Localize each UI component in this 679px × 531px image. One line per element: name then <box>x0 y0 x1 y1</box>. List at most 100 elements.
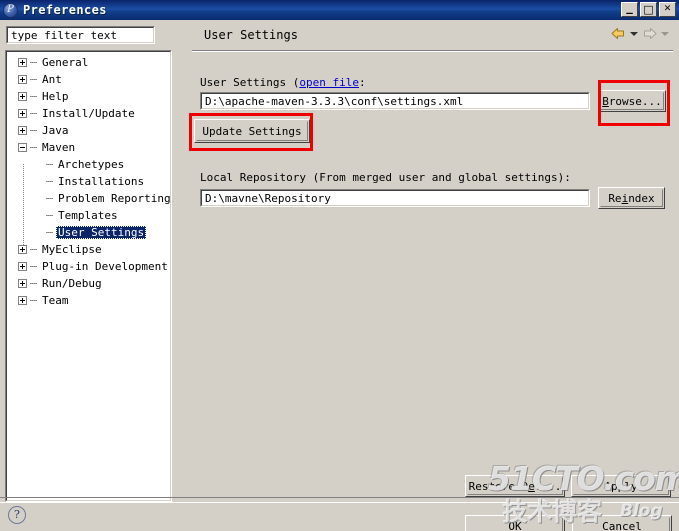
tree-connector-icon <box>29 292 40 309</box>
tree-item-label: Archetypes <box>58 158 125 171</box>
tree-item-label: Maven <box>42 141 76 154</box>
tree-item-label: Team <box>42 294 69 307</box>
ok-button-label: OK <box>508 519 522 531</box>
tree-item-plugin-development[interactable]: Plug-in Development <box>7 258 170 275</box>
browse-button[interactable]: Browse... <box>598 90 666 112</box>
window-title: Preferences <box>23 3 107 17</box>
local-repository-path-input[interactable]: D:\mavne\Repository <box>200 189 590 207</box>
apply-button[interactable]: Apply <box>571 475 671 497</box>
help-question-icon: ? <box>8 506 26 524</box>
expander-plus-icon[interactable] <box>18 75 27 84</box>
window-controls: _ □ ✕ <box>621 0 676 17</box>
preferences-content: User Settings User Settings (open file: … <box>186 20 679 502</box>
minimize-button[interactable]: _ <box>621 0 638 17</box>
tree-item-label: Install/Update <box>42 107 135 120</box>
maximize-button[interactable]: □ <box>640 2 657 17</box>
tree-item-archetypes[interactable]: Archetypes <box>7 156 170 173</box>
tree-item-general[interactable]: General <box>7 54 170 71</box>
filter-placeholder: type filter text <box>11 29 117 42</box>
user-settings-label: User Settings (open file: <box>200 76 366 89</box>
tree-item-label: Help <box>42 90 69 103</box>
preferences-dialog: Preferences _ □ ✕ type filter text Gener… <box>0 0 679 531</box>
preferences-icon <box>3 2 18 18</box>
tree-connector-icon <box>29 241 40 258</box>
tree-connector-icon <box>45 190 56 207</box>
ok-button[interactable]: OK <box>465 515 565 531</box>
tree-item-label: Templates <box>58 209 118 222</box>
expander-plus-icon[interactable] <box>18 245 27 254</box>
tree-item-ant[interactable]: Ant <box>7 71 170 88</box>
tree-item-problem-reporting[interactable]: Problem Reporting <box>7 190 171 207</box>
tree-item-label: User Settings <box>56 226 147 239</box>
maximize-icon: □ <box>643 3 654 16</box>
tree-item-java[interactable]: Java <box>7 122 170 139</box>
tree-item-install-update[interactable]: Install/Update <box>7 105 170 122</box>
tree-connector-icon <box>29 71 40 88</box>
tree-item-help[interactable]: Help <box>7 88 170 105</box>
tree-connector-icon <box>45 173 56 190</box>
back-arrow-icon[interactable] <box>610 26 627 41</box>
preferences-tree[interactable]: General Ant Help Install/Update Java Mav… <box>5 50 172 502</box>
tree-connector-icon <box>29 258 40 275</box>
tree-item-label: Java <box>42 124 69 137</box>
tree-connector-icon <box>29 139 40 156</box>
tree-item-label: Problem Reporting <box>58 192 171 205</box>
tree-item-label: General <box>42 56 89 69</box>
close-icon: ✕ <box>663 4 672 14</box>
page-header: User Settings <box>186 20 679 50</box>
minimize-icon: _ <box>626 0 633 15</box>
tree-connector-icon <box>29 122 40 139</box>
expander-plus-icon[interactable] <box>18 109 27 118</box>
forward-dropdown-chevron-down-icon <box>661 31 669 36</box>
browse-button-label: rowse... <box>608 94 662 108</box>
user-settings-path-value: D:\apache-maven-3.3.3\conf\settings.xml <box>205 95 464 108</box>
open-file-link[interactable]: open file <box>299 76 359 89</box>
tree-connector-icon <box>29 54 40 71</box>
expander-plus-icon[interactable] <box>18 262 27 271</box>
tree-item-user-settings[interactable]: User Settings <box>7 224 170 241</box>
tree-item-templates[interactable]: Templates <box>7 207 170 224</box>
tree-connector-icon <box>29 275 40 292</box>
back-dropdown-chevron-down-icon[interactable] <box>630 31 638 36</box>
apply-button-label: Apply <box>604 479 638 493</box>
reindex-button[interactable]: Reindex <box>598 187 665 209</box>
tree-item-installations[interactable]: Installations <box>7 173 170 190</box>
tree-connector-icon <box>45 156 56 173</box>
tree-item-team[interactable]: Team <box>7 292 170 309</box>
tree-connector-icon <box>45 224 56 241</box>
tree-item-myeclipse[interactable]: MyEclipse <box>7 241 170 258</box>
footer-divider <box>0 497 679 498</box>
navigation-history-controls <box>610 26 669 41</box>
user-settings-label-colon: : <box>358 76 366 89</box>
help-button[interactable]: ? <box>8 506 30 528</box>
title-bar: Preferences _ □ ✕ <box>0 0 679 20</box>
expander-plus-icon[interactable] <box>18 296 27 305</box>
expander-plus-icon[interactable] <box>18 126 27 135</box>
page-title: User Settings <box>204 28 298 42</box>
close-button[interactable]: ✕ <box>659 2 676 17</box>
expander-plus-icon[interactable] <box>18 92 27 101</box>
expander-plus-icon[interactable] <box>18 279 27 288</box>
tree-item-maven[interactable]: Maven <box>7 139 170 156</box>
user-settings-path-input[interactable]: D:\apache-maven-3.3.3\conf\settings.xml <box>200 92 590 110</box>
expander-minus-icon[interactable] <box>18 143 27 152</box>
tree-item-label: Installations <box>58 175 145 188</box>
tree-item-run-debug[interactable]: Run/Debug <box>7 275 170 292</box>
tree-item-label: Run/Debug <box>42 277 102 290</box>
header-divider <box>192 50 673 52</box>
local-repository-path-value: D:\mavne\Repository <box>205 192 331 205</box>
cancel-button-label: Cancel <box>602 519 642 531</box>
tree-connector-icon <box>45 207 56 224</box>
user-settings-label-text: User Settings <box>200 76 287 89</box>
tree-item-label: Ant <box>42 73 62 86</box>
restore-defaults-button[interactable]: Restore Def... <box>465 475 565 497</box>
expander-plus-icon[interactable] <box>18 58 27 67</box>
filter-input[interactable]: type filter text <box>6 26 155 44</box>
update-settings-button[interactable]: Update Settings <box>194 119 310 143</box>
dialog-footer: ? OK Cancel <box>0 502 679 531</box>
tree-item-label: Plug-in Development <box>42 260 168 273</box>
tree-item-label: MyEclipse <box>42 243 102 256</box>
preferences-sidebar: type filter text General Ant Help Instal… <box>0 20 185 502</box>
forward-arrow-icon <box>644 28 657 39</box>
cancel-button[interactable]: Cancel <box>572 515 672 531</box>
